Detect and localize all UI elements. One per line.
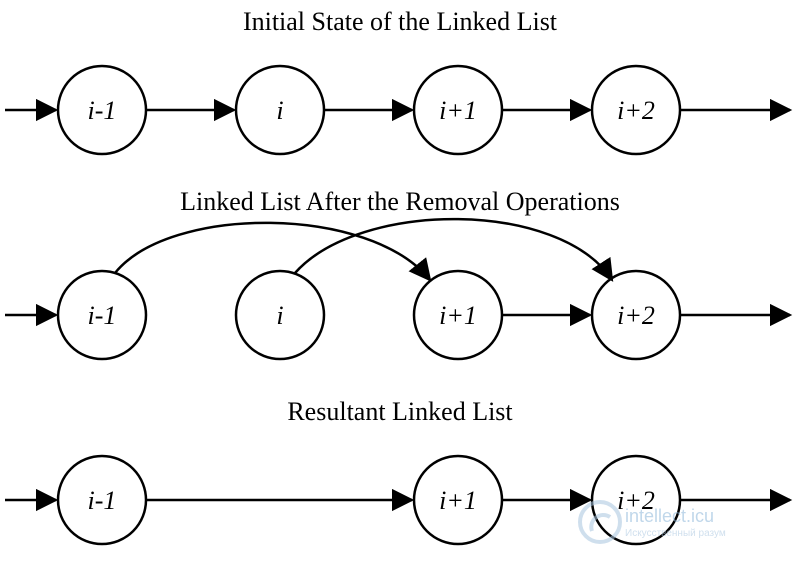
watermark-line2: Искусственный разум bbox=[625, 528, 726, 539]
node3-ip1-label: i+1 bbox=[439, 486, 477, 515]
panel-initial: Initial State of the Linked List i-1 i i… bbox=[5, 7, 790, 154]
node2-i-label: i bbox=[276, 301, 283, 330]
node-i-1-label: i-1 bbox=[88, 96, 117, 125]
watermark: intellect.icu Искусственный разум bbox=[580, 502, 726, 542]
watermark-arc-icon bbox=[591, 515, 610, 531]
node-ip1-label: i+1 bbox=[439, 96, 477, 125]
watermark-line1: intellect.icu bbox=[625, 506, 714, 526]
title-result: Resultant Linked List bbox=[287, 397, 513, 426]
linked-list-diagram: Initial State of the Linked List i-1 i i… bbox=[0, 0, 800, 567]
watermark-circle-icon bbox=[580, 502, 620, 542]
panel-removal: Linked List After the Removal Operations… bbox=[5, 187, 790, 359]
node2-ip2-label: i+2 bbox=[617, 301, 655, 330]
node2-i-1-label: i-1 bbox=[88, 301, 117, 330]
node-ip2-label: i+2 bbox=[617, 96, 655, 125]
node2-ip1-label: i+1 bbox=[439, 301, 477, 330]
node3-i-1-label: i-1 bbox=[88, 486, 117, 515]
title-removal: Linked List After the Removal Operations bbox=[180, 187, 620, 216]
title-initial: Initial State of the Linked List bbox=[243, 7, 558, 36]
node-i-label: i bbox=[276, 96, 283, 125]
